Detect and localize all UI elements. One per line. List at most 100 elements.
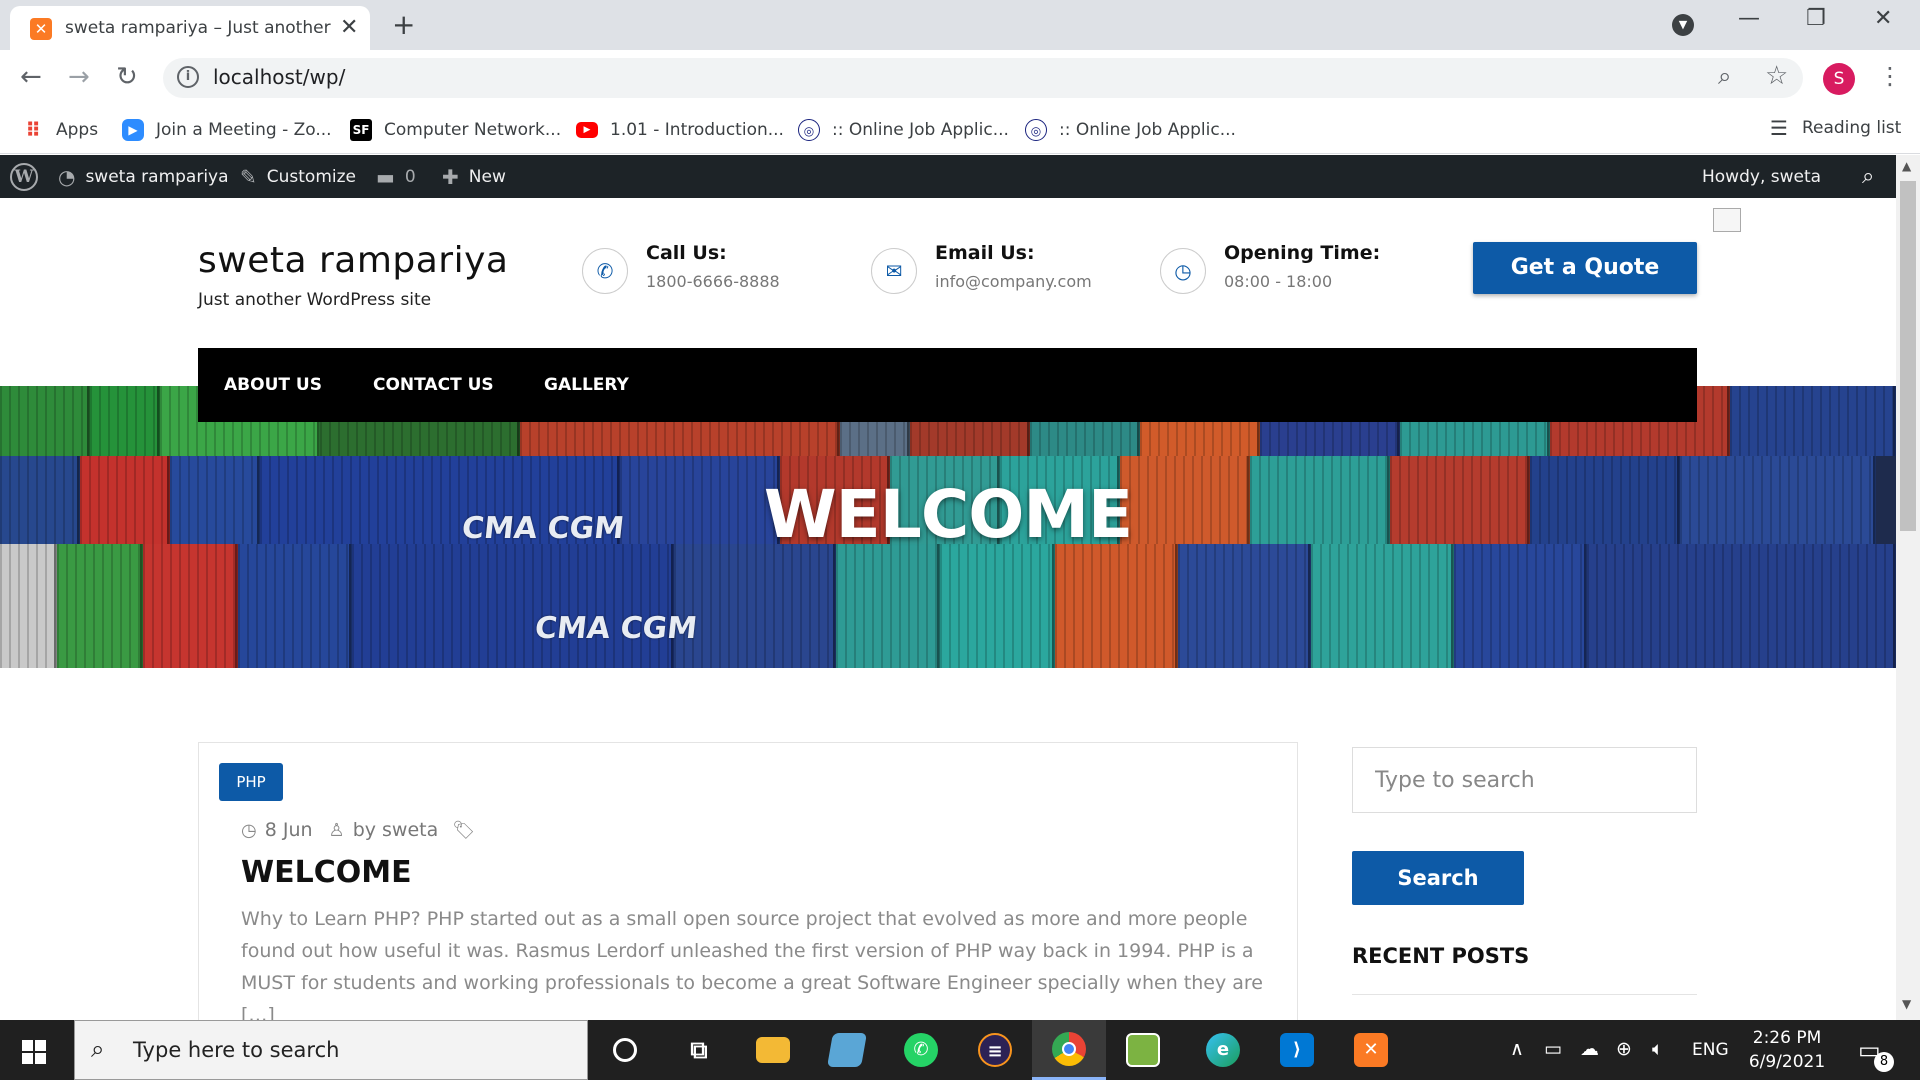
taskbar-search-box[interactable]: ⌕ Type here to search: [74, 1020, 588, 1080]
zoom-icon[interactable]: ⌕: [1718, 62, 1731, 90]
eclipse-icon[interactable]: ≡: [958, 1020, 1032, 1080]
admin-comments[interactable]: ▬ 0: [376, 155, 416, 198]
wordpress-logo-icon[interactable]: W: [10, 155, 38, 198]
scrollbar-thumb[interactable]: [1900, 181, 1916, 531]
xampp-favicon-icon: ✕: [30, 18, 52, 40]
post-title[interactable]: WELCOME: [241, 855, 412, 890]
plus-icon: ✚: [442, 164, 459, 189]
notepad-icon[interactable]: [810, 1020, 884, 1080]
taskbar-search-placeholder[interactable]: Type here to search: [133, 1038, 339, 1062]
address-bar[interactable]: i localhost/wp/ ⌕ ☆: [163, 58, 1803, 98]
network-globe-icon[interactable]: ⊕: [1616, 1038, 1632, 1060]
recent-posts-heading: RECENT POSTS: [1352, 944, 1530, 968]
vscode-icon[interactable]: ⟩: [1260, 1020, 1334, 1080]
nav-item-gallery[interactable]: GALLERY: [544, 348, 629, 422]
xampp-icon[interactable]: ✕: [1334, 1020, 1408, 1080]
admin-customize[interactable]: ✎ Customize: [240, 155, 356, 198]
forward-arrow-icon[interactable]: →: [68, 62, 90, 92]
battery-icon[interactable]: ▭: [1544, 1038, 1562, 1060]
volume-icon[interactable]: 🔈︎: [1652, 1038, 1663, 1060]
bookmark-job-application-2[interactable]: ◎ :: Online Job Applic...: [1025, 116, 1236, 144]
get-a-quote-button[interactable]: Get a Quote: [1473, 242, 1697, 294]
site-info-icon[interactable]: i: [177, 66, 199, 88]
wp-admin-bar: W ◔ sweta rampariya ✎ Customize ▬ 0 ✚ Ne…: [0, 155, 1896, 198]
minimize-icon[interactable]: —: [1738, 6, 1760, 31]
category-badge[interactable]: PHP: [219, 763, 283, 801]
magnifier-icon: ⌕: [91, 1035, 105, 1063]
tab-close-icon[interactable]: ✕: [340, 15, 358, 40]
sidebar-search-button[interactable]: Search: [1352, 851, 1524, 905]
zoom-video-icon: ▶: [122, 119, 144, 141]
tags-icon: 🏷: [452, 819, 476, 841]
chrome-icon[interactable]: [1032, 1020, 1106, 1080]
bookmark-zoom[interactable]: ▶ Join a Meeting - Zo...: [122, 116, 332, 144]
scroll-down-icon[interactable]: ▼: [1902, 997, 1911, 1011]
edge-icon[interactable]: e: [1186, 1020, 1260, 1080]
file-explorer-icon[interactable]: [736, 1020, 810, 1080]
nav-item-contact-us[interactable]: CONTACT US: [373, 348, 494, 422]
whatsapp-icon[interactable]: ✆: [884, 1020, 958, 1080]
reload-icon[interactable]: ↻: [116, 62, 138, 92]
reading-list-icon: ☰: [1770, 116, 1788, 140]
cortana-icon[interactable]: [588, 1020, 662, 1080]
bookmark-label: 1.01 - Introduction...: [610, 120, 784, 140]
bookmark-label: Computer Network...: [384, 120, 562, 140]
bookmark-job-application-1[interactable]: ◎ :: Online Job Applic...: [798, 116, 1009, 144]
clock-date: 6/9/2021: [1748, 1052, 1826, 1072]
windows-taskbar: ⌕ Type here to search ⧉ ✆ ≡ e ⟩ ✕ ∧ ▭ ☁ …: [0, 1020, 1920, 1080]
windows-start-icon[interactable]: [22, 1040, 46, 1064]
system-clock[interactable]: 2:26 PM 6/9/2021: [1740, 1026, 1834, 1074]
apps-grid-icon: ⠿: [25, 118, 41, 142]
tab-search-icon[interactable]: ▼: [1672, 14, 1694, 36]
page-scrollbar[interactable]: ▲ ▼: [1896, 155, 1920, 1020]
image-viewer-icon[interactable]: [1106, 1020, 1180, 1080]
opening-time-title: Opening Time:: [1224, 242, 1381, 264]
emblem-icon: ◎: [1025, 119, 1047, 141]
new-tab-button[interactable]: +: [392, 8, 415, 41]
tray-chevron-icon[interactable]: ∧: [1510, 1038, 1524, 1060]
url-text[interactable]: localhost/wp/: [213, 65, 345, 89]
restore-icon[interactable]: ❐: [1806, 6, 1826, 31]
window-close-icon[interactable]: ✕: [1874, 6, 1892, 31]
clock-time: 2:26 PM: [1752, 1028, 1822, 1048]
bookmark-apps[interactable]: ⠿ Apps: [22, 116, 98, 144]
email-us-value: info@company.com: [935, 272, 1092, 291]
bookmarks-bar: ⠿ Apps ▶ Join a Meeting - Zo... SF Compu…: [0, 106, 1920, 154]
reading-list-label: Reading list: [1801, 118, 1902, 138]
reading-list-button[interactable]: ☰ Reading list: [1770, 116, 1901, 140]
admin-new[interactable]: ✚ New: [442, 155, 506, 198]
bookmark-computer-network[interactable]: SF Computer Network...: [350, 116, 561, 144]
container-logo-text: CMA CGM: [533, 611, 699, 646]
howdy-label: Howdy, sweta: [1702, 166, 1822, 187]
post-date[interactable]: 8 Jun: [265, 819, 313, 841]
nav-item-about-us[interactable]: ABOUT US: [224, 348, 322, 422]
post-author[interactable]: by sweta: [353, 819, 439, 841]
bookmark-star-icon[interactable]: ☆: [1765, 61, 1788, 91]
site-title[interactable]: sweta rampariya: [198, 240, 508, 281]
site-tagline: Just another WordPress site: [198, 290, 432, 310]
chrome-menu-icon[interactable]: ⋮: [1878, 62, 1902, 90]
admin-howdy[interactable]: Howdy, sweta: [1702, 155, 1821, 198]
clock-icon: ◷: [241, 819, 257, 841]
hero-title: WELCOME: [763, 476, 1133, 553]
sidebar-search-input[interactable]: [1353, 748, 1696, 812]
site-page: sweta rampariya Just another WordPress s…: [0, 198, 1896, 1020]
main-navigation: ABOUT US CONTACT US GALLERY: [198, 348, 1697, 422]
task-view-icon[interactable]: ⧉: [662, 1020, 736, 1080]
admin-site-name[interactable]: ◔ sweta rampariya: [58, 155, 229, 198]
profile-avatar[interactable]: S: [1823, 63, 1855, 95]
back-arrow-icon[interactable]: ←: [20, 62, 42, 92]
post-excerpt: Why to Learn PHP? PHP started out as a s…: [241, 908, 1263, 1020]
onedrive-error-icon[interactable]: ☁: [1580, 1038, 1599, 1060]
admin-search-icon[interactable]: ⌕: [1862, 155, 1874, 198]
bookmark-label: :: Online Job Applic...: [1059, 120, 1236, 140]
language-indicator[interactable]: ENG: [1692, 1040, 1729, 1060]
sidebar-search-field[interactable]: [1352, 747, 1697, 813]
browser-tab[interactable]: ✕ sweta rampariya – Just another WordPre…: [10, 6, 370, 50]
notification-count-badge: 8: [1874, 1052, 1894, 1072]
bookmark-youtube[interactable]: ▶ 1.01 - Introduction...: [576, 116, 784, 144]
scroll-up-icon[interactable]: ▲: [1902, 159, 1911, 173]
user-icon: ♙: [328, 819, 345, 841]
bookmark-label: :: Online Job Applic...: [832, 120, 1009, 140]
browser-tab-strip: ✕ sweta rampariya – Just another WordPre…: [0, 0, 1920, 50]
